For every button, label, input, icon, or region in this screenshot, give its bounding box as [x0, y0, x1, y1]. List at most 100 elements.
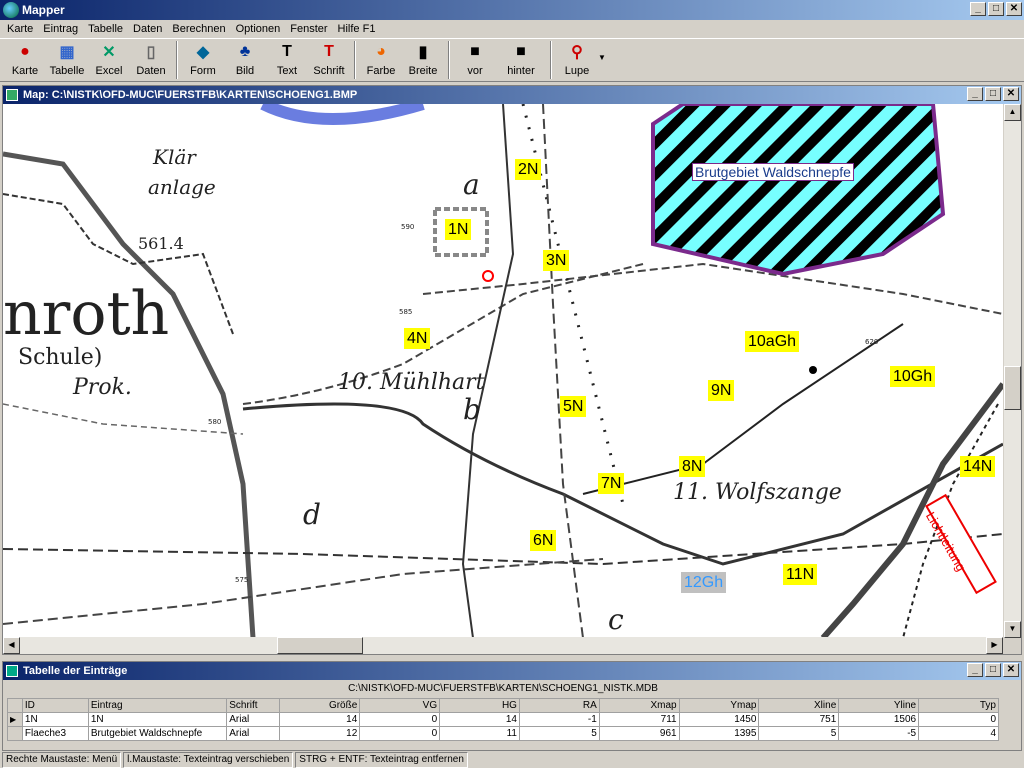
- map-minimize-button[interactable]: _: [967, 87, 983, 101]
- menu-daten[interactable]: Daten: [128, 20, 167, 38]
- map-label-9N[interactable]: 9N: [708, 380, 735, 401]
- toolbar-farbe-button[interactable]: ◕ Farbe: [360, 39, 402, 81]
- toolbar-breite-button[interactable]: ▮ Breite: [402, 39, 444, 81]
- map-label-10aGh[interactable]: 10aGh: [745, 331, 800, 352]
- cell-yline[interactable]: -5: [838, 726, 920, 741]
- toolbar-karte-button[interactable]: ● Karte: [4, 39, 46, 81]
- map-label-14N[interactable]: 14N: [960, 456, 996, 477]
- column-header-xmap[interactable]: Xmap: [598, 698, 680, 713]
- cell-vg[interactable]: 0: [359, 726, 441, 741]
- map-label-5N[interactable]: 5N: [560, 396, 587, 417]
- column-header-eintrag[interactable]: Eintrag: [87, 698, 228, 713]
- map-label-2N[interactable]: 2N: [515, 159, 542, 180]
- cell-typ[interactable]: 0: [918, 712, 999, 727]
- menu-tabelle[interactable]: Tabelle: [83, 20, 128, 38]
- minimize-button[interactable]: _: [970, 2, 986, 16]
- table-close-button[interactable]: ✕: [1003, 663, 1019, 677]
- table-row[interactable]: ▶ 1N 1N Arial 14 0 14 -1 711 1450 751 15…: [7, 712, 999, 727]
- map-label-3N[interactable]: 3N: [543, 250, 570, 271]
- cell-xline[interactable]: 5: [758, 726, 840, 741]
- cell-schrift[interactable]: Arial: [226, 712, 281, 727]
- toolbar-tabelle-button[interactable]: ▦ Tabelle: [46, 39, 88, 81]
- cell-groesse[interactable]: 14: [279, 712, 361, 727]
- menu-berechnen[interactable]: Berechnen: [167, 20, 230, 38]
- scroll-up-arrow-icon[interactable]: ▲: [1004, 104, 1021, 121]
- row-selector[interactable]: [7, 726, 23, 741]
- map-label-10Gh[interactable]: 10Gh: [890, 366, 936, 387]
- cell-id[interactable]: 1N: [21, 712, 89, 727]
- toolbar-daten-button[interactable]: ▯ Daten: [130, 39, 172, 81]
- menu-fenster[interactable]: Fenster: [285, 20, 332, 38]
- map-label-11N[interactable]: 11N: [783, 564, 818, 585]
- column-header-hg[interactable]: HG: [439, 698, 520, 713]
- cell-vg[interactable]: 0: [359, 712, 441, 727]
- map-label-7N[interactable]: 7N: [598, 473, 625, 494]
- table-row[interactable]: Flaeche3 Brutgebiet Waldschnepfe Arial 1…: [7, 726, 999, 741]
- map-label-8N[interactable]: 8N: [679, 456, 706, 477]
- map-label-12Gh[interactable]: 12Gh: [681, 572, 727, 593]
- cell-typ[interactable]: 4: [918, 726, 999, 741]
- column-header-groesse[interactable]: Größe: [279, 698, 361, 713]
- cell-eintrag[interactable]: 1N: [87, 712, 228, 727]
- map-horizontal-scroll-thumb[interactable]: [277, 637, 363, 654]
- cell-eintrag[interactable]: Brutgebiet Waldschnepfe: [87, 726, 228, 741]
- toolbar-form-button[interactable]: ◆ Form: [182, 39, 224, 81]
- toolbar-excel-button[interactable]: ✕ Excel: [88, 39, 130, 81]
- column-header-ra[interactable]: RA: [518, 698, 600, 713]
- cell-xmap[interactable]: 961: [598, 726, 680, 741]
- scroll-down-arrow-icon[interactable]: ▼: [1004, 621, 1021, 638]
- cell-hg[interactable]: 14: [439, 712, 520, 727]
- menu-optionen[interactable]: Optionen: [231, 20, 286, 38]
- map-close-button[interactable]: ✕: [1003, 87, 1019, 101]
- scroll-left-arrow-icon[interactable]: ◀: [3, 637, 20, 654]
- cell-xline[interactable]: 751: [758, 712, 840, 727]
- map-canvas[interactable]: Klär anlage a b c d nroth Schule) Prok. …: [3, 104, 1003, 638]
- cell-yline[interactable]: 1506: [838, 712, 920, 727]
- column-header-xline[interactable]: Xline: [758, 698, 840, 713]
- cell-ra[interactable]: 5: [518, 726, 600, 741]
- column-header-yline[interactable]: Yline: [838, 698, 920, 713]
- column-header-ymap[interactable]: Ymap: [678, 698, 760, 713]
- toolbar-lupe-button[interactable]: ⚲ Lupe: [556, 39, 598, 81]
- column-header-id[interactable]: ID: [21, 698, 89, 713]
- status-panel-ctrl-del: STRG + ENTF: Texteintrag entfernen: [295, 752, 468, 768]
- daten-icon: ▯: [146, 44, 156, 61]
- menu-eintrag[interactable]: Eintrag: [38, 20, 83, 38]
- toolbar-label: Farbe: [366, 65, 396, 77]
- toolbar-schrift-button[interactable]: T Schrift: [308, 39, 350, 81]
- cell-ra[interactable]: -1: [518, 712, 600, 727]
- table-minimize-button[interactable]: _: [967, 663, 983, 677]
- map-vertical-scrollbar[interactable]: ▲ ▼: [1004, 104, 1021, 638]
- map-window-title: Map: C:\NISTK\OFD-MUC\FUERSTFB\KARTEN\SC…: [23, 89, 358, 101]
- column-header-vg[interactable]: VG: [359, 698, 441, 713]
- cell-id[interactable]: Flaeche3: [21, 726, 89, 741]
- maximize-button[interactable]: □: [988, 2, 1004, 16]
- map-maximize-button[interactable]: □: [985, 87, 1001, 101]
- toolbar-separator: [176, 41, 178, 79]
- cell-schrift[interactable]: Arial: [226, 726, 281, 741]
- toolbar-separator: [354, 41, 356, 79]
- map-horizontal-scrollbar[interactable]: ◀ ▶: [3, 637, 1003, 654]
- toolbar-bild-button[interactable]: ♣ Bild: [224, 39, 266, 81]
- menu-karte[interactable]: Karte: [2, 20, 38, 38]
- close-button[interactable]: ✕: [1006, 2, 1022, 16]
- map-label-4N[interactable]: 4N: [404, 328, 431, 349]
- table-maximize-button[interactable]: □: [985, 663, 1001, 677]
- cell-groesse[interactable]: 12: [279, 726, 361, 741]
- scroll-right-arrow-icon[interactable]: ▶: [986, 637, 1003, 654]
- cell-hg[interactable]: 11: [439, 726, 520, 741]
- column-header-schrift[interactable]: Schrift: [226, 698, 281, 713]
- column-header-typ[interactable]: Typ: [918, 698, 999, 713]
- cell-ymap[interactable]: 1395: [678, 726, 760, 741]
- lupe-dropdown-arrow-icon[interactable]: ▼: [598, 53, 606, 62]
- map-label-6N[interactable]: 6N: [530, 530, 557, 551]
- map-text-c: c: [608, 603, 624, 636]
- map-vertical-scroll-thumb[interactable]: [1004, 366, 1021, 410]
- toolbar-text-button[interactable]: T Text: [266, 39, 308, 81]
- toolbar-hinter-button[interactable]: ■ hinter: [496, 39, 546, 81]
- toolbar-vor-button[interactable]: ■ vor: [454, 39, 496, 81]
- cell-ymap[interactable]: 1450: [678, 712, 760, 727]
- menu-hilfe[interactable]: Hilfe F1: [333, 20, 381, 38]
- map-label-1N[interactable]: 1N: [445, 219, 472, 240]
- cell-xmap[interactable]: 711: [598, 712, 680, 727]
